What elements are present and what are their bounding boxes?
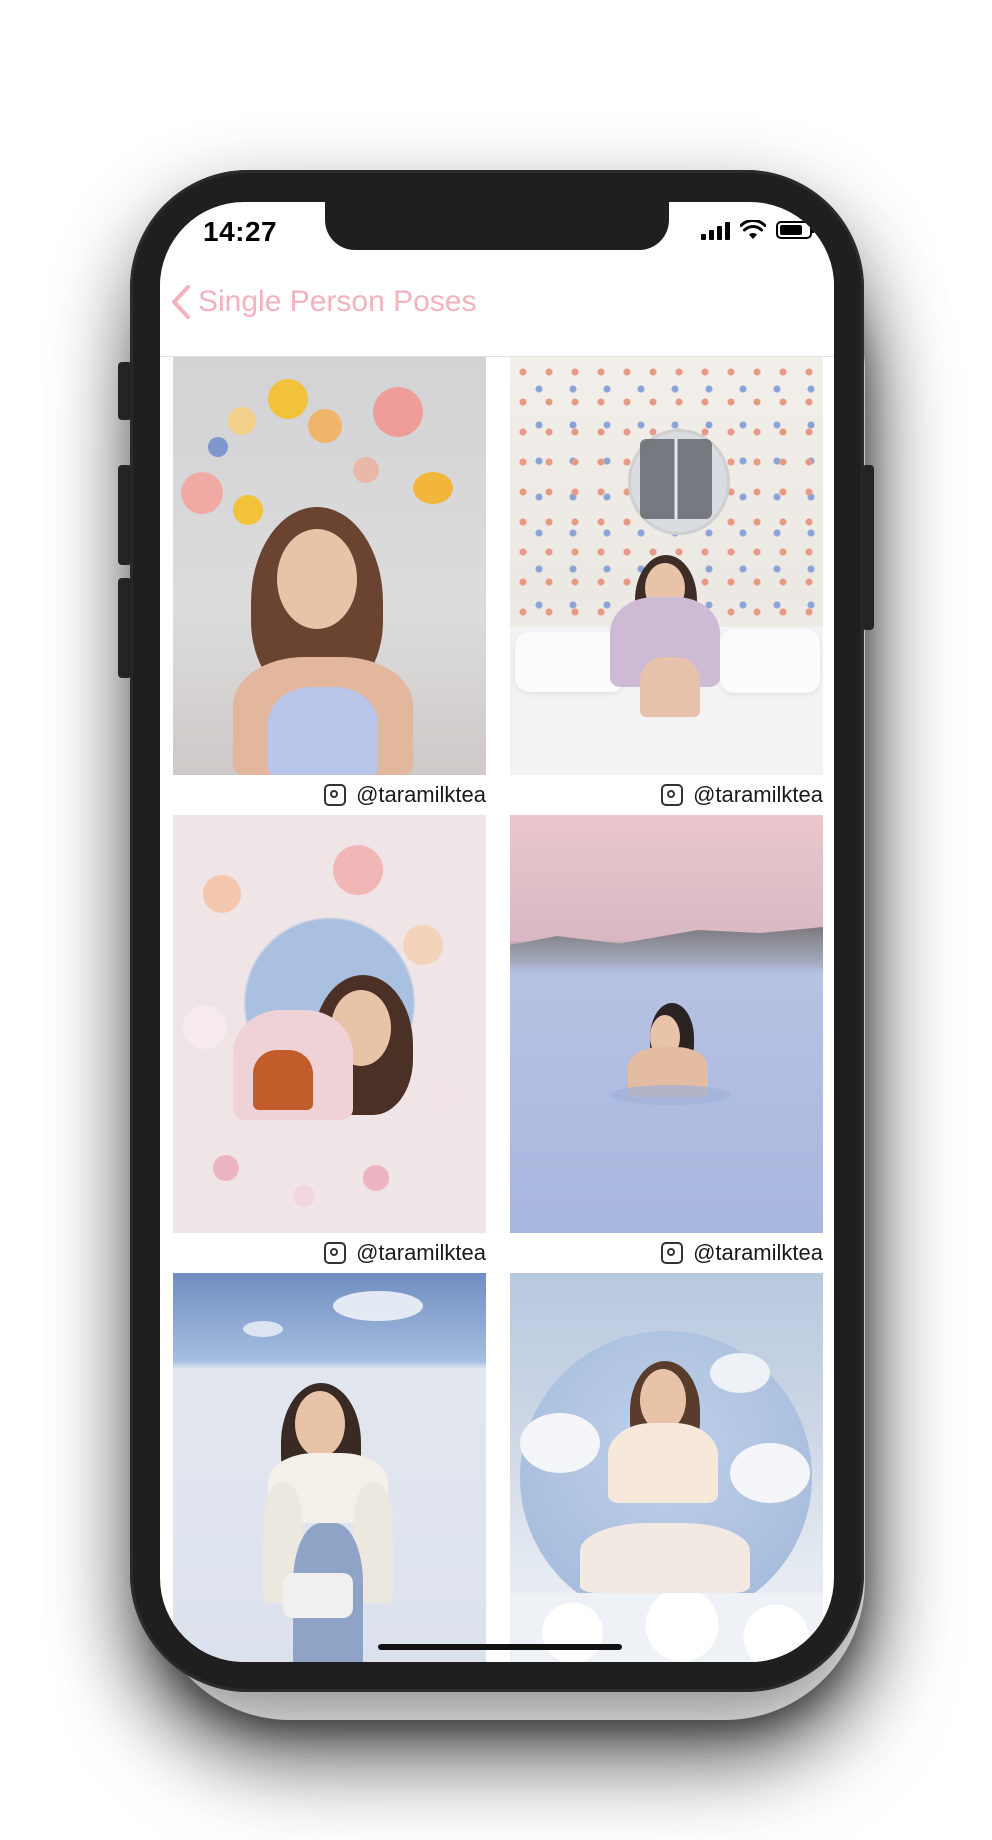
phone-screen: 14:27 Single Person Poses @taramilktea @… [160,202,834,1662]
chevron-left-icon [172,285,190,319]
photo-card[interactable]: @taramilktea [510,815,823,1273]
status-icons [701,220,815,240]
power-button [862,465,874,630]
photo-credit: @taramilktea [510,1233,823,1273]
photo-credit: @taramilktea [510,775,823,815]
page-title: Single Person Poses [198,285,477,318]
battery-icon [776,221,815,239]
pose-photo [510,357,823,775]
cellular-signal-icon [701,220,730,240]
mute-switch [118,362,132,420]
navigation-bar: Single Person Poses [160,262,834,357]
instagram-icon [661,784,684,806]
instagram-icon [324,784,347,806]
photo-card[interactable] [510,1273,823,1662]
photo-card[interactable]: @taramilktea [173,815,486,1273]
photo-card[interactable] [173,1273,486,1662]
pose-photo [510,1273,823,1662]
credit-handle: @taramilktea [356,782,486,807]
status-time: 14:27 [203,216,278,247]
pose-photo [173,815,486,1233]
photo-credit: @taramilktea [173,1233,486,1273]
photo-card[interactable]: @taramilktea [173,357,486,815]
pose-photo [173,357,486,775]
credit-handle: @taramilktea [693,1240,823,1265]
instagram-icon [324,1242,347,1264]
pose-photo [173,1273,486,1662]
credit-handle: @taramilktea [356,1240,486,1265]
notch [325,202,669,250]
photo-card[interactable]: @taramilktea [510,357,823,815]
volume-up-button [118,465,132,565]
credit-handle: @taramilktea [693,782,823,807]
instagram-icon [661,1242,684,1264]
pose-photo [510,815,823,1233]
back-button[interactable]: Single Person Poses [170,284,477,320]
volume-down-button [118,578,132,678]
photo-credit: @taramilktea [173,775,486,815]
wifi-icon [740,220,766,239]
home-indicator [378,1644,622,1650]
